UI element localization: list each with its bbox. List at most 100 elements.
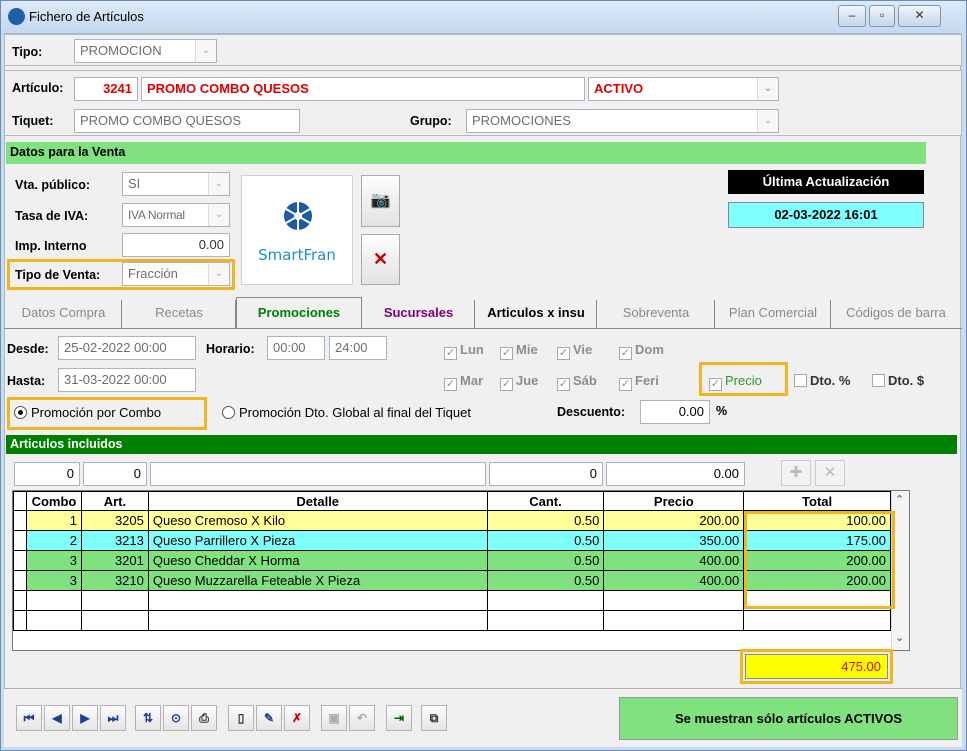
desde-input[interactable]: 25-02-2022 00:00: [58, 336, 196, 360]
minimize-icon[interactable]: –: [838, 5, 866, 27]
descuento-label: Descuento:: [557, 405, 626, 419]
check-jue[interactable]: ✓ Jue: [500, 373, 538, 391]
imp-interno-input[interactable]: 0.00: [122, 233, 230, 257]
venta-header: Datos para la Venta: [6, 142, 926, 164]
save-button[interactable]: ▣: [321, 705, 347, 731]
chevron-down-icon[interactable]: ⌄: [757, 110, 778, 132]
tab-codigos-barra[interactable]: Códigos de barra: [832, 300, 960, 328]
activos-filter-button[interactable]: Se muestran sólo artículos ACTIVOS: [619, 697, 958, 740]
table-row[interactable]: 3 3201 Queso Cheddar X Horma 0.50 400.00…: [13, 550, 891, 571]
chevron-down-icon[interactable]: ⌄: [208, 263, 229, 285]
check-dom[interactable]: ✓ Dom: [619, 342, 664, 360]
vta-publico-value: SI: [128, 176, 141, 191]
table-scrollbar[interactable]: ⌃ ⌄: [891, 491, 909, 650]
close-icon: ✕: [372, 249, 389, 269]
chevron-down-icon[interactable]: ⌄: [208, 204, 229, 226]
checkbox-icon: [872, 374, 885, 387]
input-cant[interactable]: 0: [489, 462, 603, 486]
tipo-venta-select[interactable]: Fracción ⌄: [122, 262, 230, 286]
checkmark-icon: ✓: [557, 347, 570, 360]
tab-datos-compra[interactable]: Datos Compra: [6, 300, 122, 328]
edit-icon: ✎: [263, 711, 275, 725]
tab-recetas[interactable]: Recetas: [123, 300, 236, 328]
delete-button[interactable]: ✗: [284, 705, 310, 731]
descuento-input[interactable]: 0.00: [640, 400, 710, 424]
table-row[interactable]: 1 3205 Queso Cremoso X Kilo 0.50 200.00 …: [13, 510, 891, 531]
grupo-select[interactable]: PROMOCIONES ⌄: [466, 109, 779, 133]
horario-to-input[interactable]: 24:00: [329, 336, 387, 360]
col-detalle: Detalle: [147, 491, 488, 511]
table-row-empty[interactable]: [13, 610, 891, 631]
tasa-iva-select[interactable]: IVA Normal ⌄: [122, 203, 230, 227]
check-mie[interactable]: ✓ Mie: [500, 342, 538, 360]
logo-text: SmartFran: [258, 246, 336, 264]
input-precio[interactable]: 0.00: [606, 462, 745, 486]
check-mar[interactable]: ✓ Mar: [444, 373, 483, 391]
horario-from-input[interactable]: 00:00: [267, 336, 325, 360]
next-record-button[interactable]: ▶: [72, 705, 98, 731]
chevron-down-icon[interactable]: ⌄: [757, 78, 778, 100]
checkmark-icon: ✓: [444, 378, 457, 391]
prev-record-button[interactable]: ◀: [44, 705, 70, 731]
edit-button[interactable]: ✎: [256, 705, 282, 731]
last-record-button[interactable]: ⏭: [100, 705, 126, 731]
table-row[interactable]: 3 3210 Queso Muzzarella Feteable X Pieza…: [13, 570, 891, 591]
cell-detalle: Queso Cremoso X Kilo: [147, 510, 488, 531]
camera-button[interactable]: 📷: [361, 175, 400, 227]
app-icon: [8, 8, 25, 25]
checkmark-icon: ✓: [709, 378, 722, 391]
maximize-icon[interactable]: ▫: [869, 5, 895, 27]
copy-button[interactable]: ⧉: [421, 705, 447, 731]
tab-plan-comercial[interactable]: Plan Comercial: [716, 300, 831, 328]
remove-row-button[interactable]: ✕: [815, 460, 845, 486]
tasa-iva-value: IVA Normal: [128, 208, 185, 222]
input-detalle[interactable]: [150, 462, 486, 486]
check-vie[interactable]: ✓ Vie: [557, 342, 592, 360]
table-row-empty[interactable]: [13, 590, 891, 611]
grand-total: 475.00: [745, 654, 888, 679]
articulo-name[interactable]: PROMO COMBO QUESOS: [141, 77, 585, 101]
tipo-select[interactable]: PROMOCION ⌄: [74, 39, 217, 63]
check-lun[interactable]: ✓ Lun: [444, 342, 484, 360]
close-icon[interactable]: ✕: [898, 5, 941, 27]
cell-combo: 2: [25, 530, 82, 551]
vta-publico-select[interactable]: SI ⌄: [122, 172, 230, 196]
tab-articulos-x-insumo[interactable]: Articulos x insu: [476, 300, 597, 328]
first-record-button[interactable]: ⏮: [16, 705, 42, 731]
search-button[interactable]: ⊙: [163, 705, 189, 731]
estado-select[interactable]: ACTIVO ⌄: [588, 77, 779, 101]
tab-promociones[interactable]: Promociones: [236, 297, 362, 329]
articulo-code[interactable]: 3241: [74, 77, 138, 101]
check-dto-amt[interactable]: Dto. $: [872, 373, 924, 388]
chevron-down-icon[interactable]: ⌄: [195, 40, 216, 62]
checkmark-icon: ✓: [619, 347, 632, 360]
checkbox-icon: [794, 374, 807, 387]
radio-promo-combo[interactable]: Promoción por Combo: [14, 405, 161, 420]
table-row[interactable]: 2 3213 Queso Parrillero X Pieza 0.50 350…: [13, 530, 891, 551]
check-dto-pct[interactable]: Dto. %: [794, 373, 850, 388]
input-art[interactable]: 0: [83, 462, 147, 486]
snowflake-logo-icon: [284, 202, 312, 230]
check-precio[interactable]: ✓ Precio: [709, 373, 762, 391]
check-sab[interactable]: ✓ Sáb: [557, 373, 597, 391]
add-row-button[interactable]: ✚: [781, 460, 811, 486]
chevron-down-icon[interactable]: ⌄: [208, 173, 229, 195]
new-button[interactable]: ▯: [228, 705, 254, 731]
scroll-down-icon[interactable]: ⌄: [895, 631, 904, 644]
checkmark-icon: ✓: [500, 347, 513, 360]
hasta-input[interactable]: 31-03-2022 00:00: [58, 368, 196, 392]
undo-button[interactable]: ↶: [349, 705, 375, 731]
scroll-up-icon[interactable]: ⌃: [895, 493, 904, 506]
sort-button[interactable]: ⇅: [135, 705, 161, 731]
tab-sucursales[interactable]: Sucursales: [363, 300, 475, 328]
radio-promo-global[interactable]: Promoción Dto. Global al final del Tique…: [222, 405, 471, 420]
tab-sobreventa[interactable]: Sobreventa: [598, 300, 715, 328]
articulos-table: Combo Art. Detalle Cant. Precio Total 1 …: [13, 491, 891, 631]
exit-button[interactable]: ⇥: [386, 705, 412, 731]
ultima-value: 02-03-2022 16:01: [728, 202, 924, 228]
check-feri[interactable]: ✓ Feri: [619, 373, 659, 391]
tiquet-input[interactable]: PROMO COMBO QUESOS: [74, 109, 300, 133]
print-button[interactable]: ⎙: [191, 705, 217, 731]
delete-image-button[interactable]: ✕: [361, 234, 400, 285]
input-combo[interactable]: 0: [14, 462, 80, 486]
